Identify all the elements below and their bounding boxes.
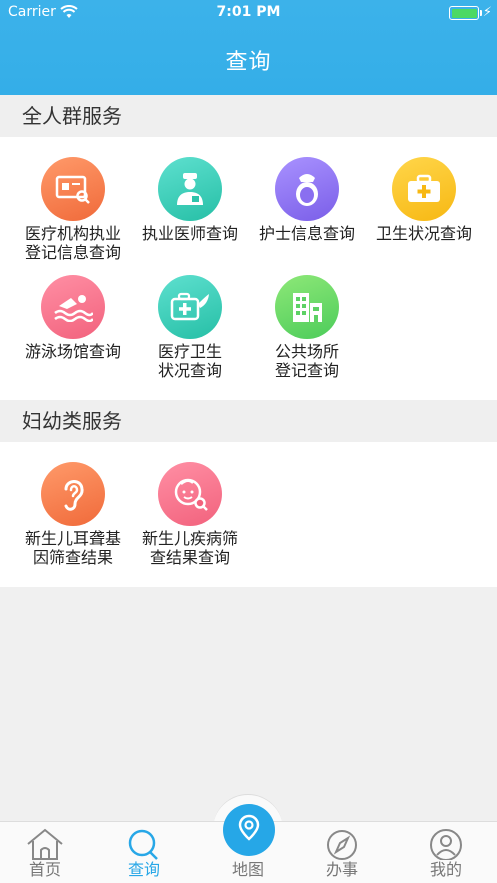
tab-query[interactable]: 查询 [104, 822, 184, 880]
header: Carrier 7:01 PM ⚡ 查询 [0, 0, 497, 95]
medical-kit-leaf-icon [158, 275, 222, 339]
tile-nurse-query[interactable]: 护士信息查询 [248, 157, 366, 243]
ear-icon [41, 462, 105, 526]
tile-swimming-venue-query[interactable]: 游泳场馆查询 [14, 275, 132, 361]
baby-search-icon [158, 462, 222, 526]
tab-label: 首页 [28, 860, 61, 879]
tile-label: 执业医师查询 [141, 224, 238, 243]
nurse-icon [275, 157, 339, 221]
battery-icon [449, 6, 479, 20]
tab-home[interactable]: 首页 [5, 822, 85, 880]
map-pin-button[interactable] [223, 804, 275, 856]
section-title-all-population: 全人群服务 [0, 95, 497, 137]
tile-hygiene-query[interactable]: 卫生状况查询 [365, 157, 483, 243]
search-icon [104, 822, 184, 860]
tile-label: 公共场所 登记查询 [274, 342, 339, 380]
tab-label: 地图 [231, 860, 264, 879]
section-body-maternal-child: 新生儿耳聋基 因筛查结果 新生儿疾病筛 查结果查询 [0, 442, 497, 587]
building-icon [275, 275, 339, 339]
tile-medical-hygiene-query[interactable]: 医疗卫生 状况查询 [131, 275, 249, 380]
tab-label: 查询 [127, 860, 160, 879]
swimmer-icon [41, 275, 105, 339]
tile-physician-query[interactable]: 执业医师查询 [131, 157, 249, 243]
user-icon [406, 822, 486, 860]
tile-label: 医疗机构执业 登记信息查询 [24, 224, 121, 262]
compass-icon [302, 822, 382, 860]
tile-institution-license-query[interactable]: 医疗机构执业 登记信息查询 [14, 157, 132, 262]
certificate-search-icon [41, 157, 105, 221]
section-body-all-population: 医疗机构执业 登记信息查询 执业医师查询 护士信息查询 卫生状况查询 游泳场馆查询… [0, 137, 497, 400]
section-title-maternal-child: 妇幼类服务 [0, 400, 497, 442]
tile-label: 护士信息查询 [258, 224, 355, 243]
map-pin-icon [234, 813, 264, 847]
tab-label: 办事 [325, 860, 358, 879]
tile-newborn-disease-screening-result[interactable]: 新生儿疾病筛 查结果查询 [131, 462, 249, 567]
tile-label: 新生儿疾病筛 查结果查询 [141, 529, 238, 567]
tab-label: 我的 [429, 860, 462, 879]
tab-affairs[interactable]: 办事 [302, 822, 382, 880]
tile-label: 医疗卫生 状况查询 [157, 342, 222, 380]
doctor-icon [158, 157, 222, 221]
status-bar: Carrier 7:01 PM ⚡ [0, 0, 497, 26]
tile-label: 新生儿耳聋基 因筛查结果 [24, 529, 121, 567]
tile-public-place-query[interactable]: 公共场所 登记查询 [248, 275, 366, 380]
home-icon [5, 822, 85, 860]
tile-newborn-deafness-gene-result[interactable]: 新生儿耳聋基 因筛查结果 [14, 462, 132, 567]
page-title: 查询 [225, 50, 272, 75]
tile-label: 游泳场馆查询 [24, 342, 121, 361]
first-aid-kit-icon [392, 157, 456, 221]
tile-label: 卫生状况查询 [375, 224, 472, 243]
status-time: 7:01 PM [216, 4, 281, 20]
charging-icon: ⚡ [482, 5, 492, 20]
tab-mine[interactable]: 我的 [406, 822, 486, 880]
